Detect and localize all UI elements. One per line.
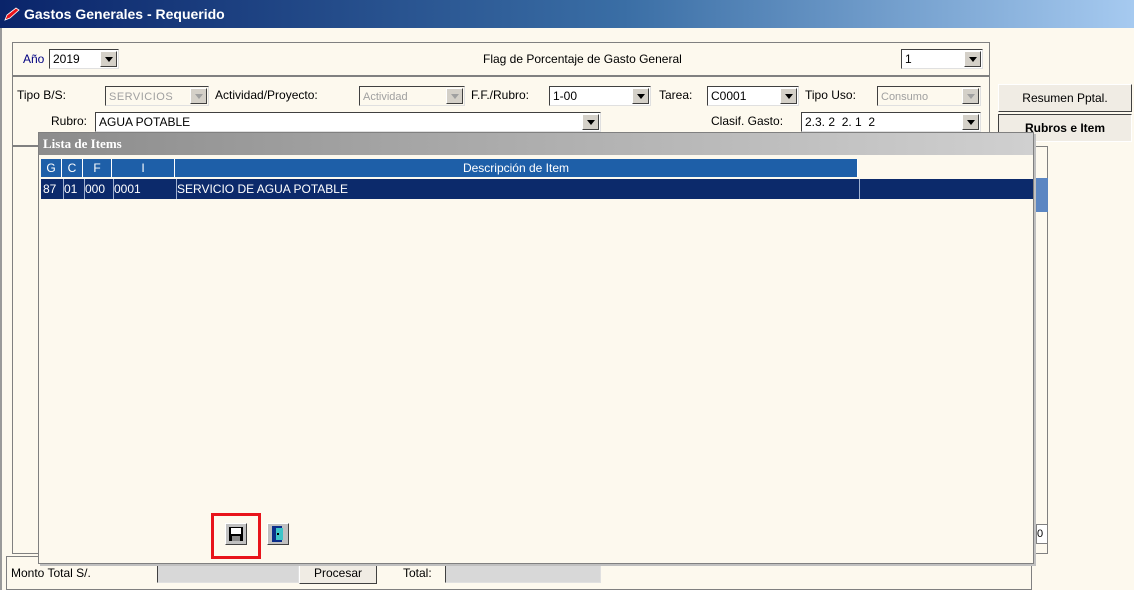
column-header-i[interactable]: I	[112, 159, 175, 177]
items-list-popup: Lista de Items G C F I Descripción de It…	[38, 132, 1034, 564]
popup-title: Lista de Items	[39, 133, 1033, 155]
rubro-select[interactable]: AGUA POTABLE	[95, 112, 601, 132]
procesar-button[interactable]: Procesar	[299, 562, 377, 584]
cell-i: 0001	[112, 179, 177, 199]
column-header-f[interactable]: F	[83, 159, 112, 177]
chevron-down-icon[interactable]	[962, 88, 979, 104]
actividad-label: Actividad/Proyecto:	[215, 88, 318, 102]
chevron-down-icon[interactable]	[964, 51, 981, 67]
chevron-down-icon[interactable]	[582, 114, 599, 130]
anio-select[interactable]: 2019	[49, 49, 119, 69]
tarea-select[interactable]: C0001	[707, 86, 799, 106]
flag-label: Flag de Porcentaje de Gasto General	[483, 52, 682, 66]
window-title-bar: Gastos Generales - Requerido	[0, 0, 1134, 28]
ff-rubro-value: 1-00	[553, 89, 578, 103]
cell-descripcion: SERVICIO DE AGUA POTABLE	[175, 179, 860, 199]
chevron-down-icon[interactable]	[632, 88, 649, 104]
anio-value: 2019	[53, 52, 80, 66]
exit-button[interactable]	[267, 523, 289, 545]
exit-door-icon	[272, 526, 283, 542]
pencil-icon	[4, 7, 20, 21]
clasif-gasto-label: Clasif. Gasto:	[711, 114, 784, 128]
anio-label: Año	[23, 52, 45, 66]
tipo-bs-label: Tipo B/S:	[17, 88, 66, 102]
clasif-gasto-select[interactable]: 2.3. 2 2. 1 2	[801, 112, 981, 132]
flag-value: 1	[905, 52, 912, 66]
cell-c: 01	[62, 179, 85, 199]
actividad-select[interactable]: Actividad	[359, 86, 465, 106]
chevron-down-icon[interactable]	[962, 114, 979, 130]
cell-g: 87	[41, 179, 64, 199]
total-field[interactable]	[445, 563, 601, 583]
chevron-down-icon[interactable]	[446, 88, 463, 104]
rubro-label: Rubro:	[51, 114, 88, 128]
tarea-value: C0001	[711, 89, 747, 103]
total-label: Total:	[403, 566, 432, 580]
tipo-bs-select[interactable]: SERVICIOS	[105, 86, 209, 106]
flag-select[interactable]: 1	[901, 49, 983, 69]
ff-rubro-select[interactable]: 1-00	[549, 86, 651, 106]
save-button[interactable]	[225, 523, 247, 545]
clasif-gasto-value: 2.3. 2 2. 1 2	[805, 115, 876, 129]
column-header-descripcion[interactable]: Descripción de Item	[175, 159, 858, 177]
tipo-uso-select[interactable]: Consumo	[877, 86, 981, 106]
background-grid-row	[1036, 178, 1048, 212]
year-flag-group: Año 2019 Flag de Porcentaje de Gasto Gen…	[12, 42, 990, 76]
actividad-value: Actividad	[363, 91, 408, 103]
chevron-down-icon[interactable]	[780, 88, 797, 104]
background-value-field: 0	[1036, 524, 1048, 544]
tipo-bs-value: SERVICIOS	[109, 91, 174, 103]
tarea-label: Tarea:	[659, 88, 693, 102]
monto-total-field[interactable]	[157, 563, 299, 583]
column-header-g[interactable]: G	[41, 159, 62, 177]
resumen-pptal-button[interactable]: Resumen Pptal.	[998, 84, 1132, 112]
ff-rubro-label: F.F./Rubro:	[471, 88, 530, 102]
items-table-header: G C F I Descripción de Item	[41, 159, 858, 177]
chevron-down-icon[interactable]	[100, 51, 117, 67]
rubro-value: AGUA POTABLE	[99, 115, 191, 129]
window-title: Gastos Generales - Requerido	[24, 6, 225, 22]
tipo-uso-label: Tipo Uso:	[805, 88, 856, 102]
floppy-disk-icon	[229, 527, 243, 541]
chevron-down-icon[interactable]	[190, 88, 207, 104]
tipo-uso-value: Consumo	[881, 91, 929, 103]
column-header-c[interactable]: C	[62, 159, 83, 177]
table-row[interactable]: 87 01 000 0001 SERVICIO DE AGUA POTABLE	[41, 179, 1033, 199]
monto-total-label: Monto Total S/.	[11, 566, 91, 580]
cell-f: 000	[83, 179, 114, 199]
background-value: 0	[1037, 528, 1044, 540]
